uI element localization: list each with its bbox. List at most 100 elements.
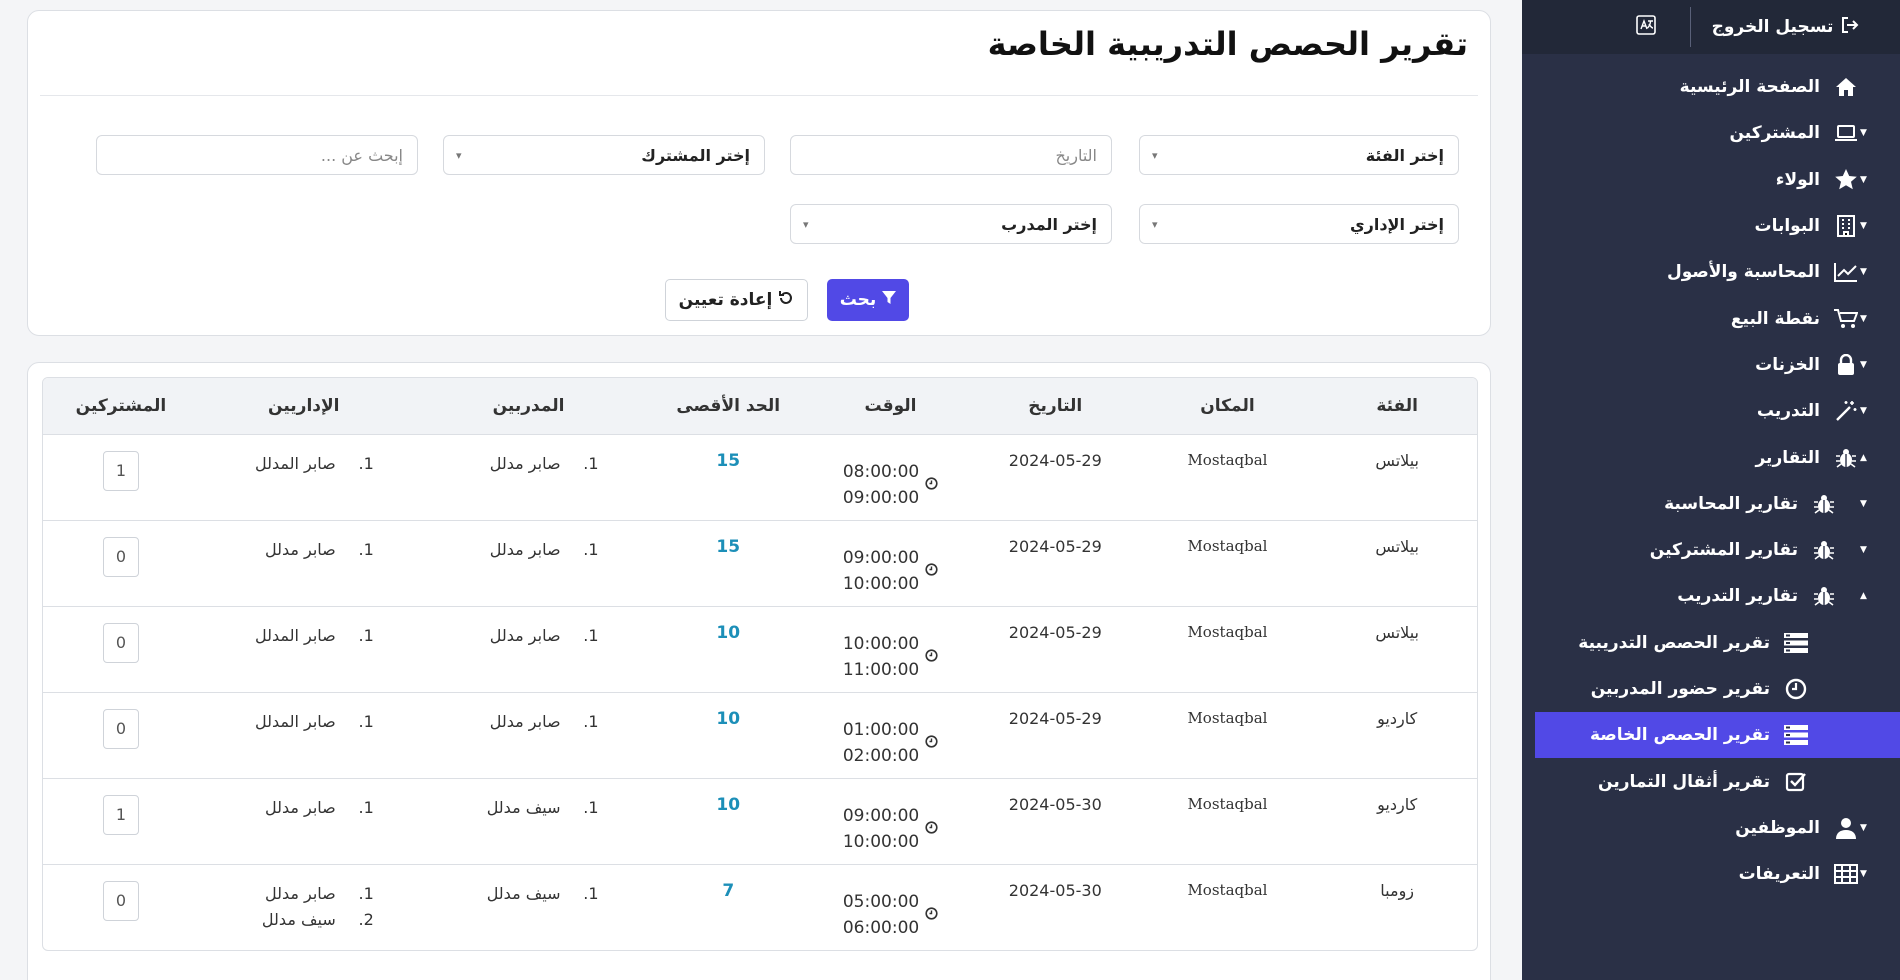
members-cell: 0 — [43, 864, 199, 950]
caret-down-icon[interactable]: ▼ — [1860, 406, 1867, 416]
end-time: 10:00:00 — [842, 573, 920, 594]
members-count-button[interactable]: 0 — [102, 536, 139, 577]
admins-list: 1. صابر المدلل — [234, 623, 374, 649]
caret-down-icon[interactable]: ▼ — [1860, 360, 1867, 370]
column-header: المكان — [1200, 395, 1255, 416]
table-wrapper: الفئة المكان التاريخ الوقت الحد الأقصى المدرب… — [42, 377, 1478, 951]
date-cell: 2024-05-30 — [1008, 794, 1102, 814]
sidebar-item-label: التعريفات — [1738, 864, 1820, 885]
admins-cell: 1. صابر مدلل 2. سيف مدلل — [199, 864, 409, 950]
caret-down-icon[interactable]: ▼ — [1860, 267, 1867, 277]
category-select[interactable]: إختر الفئة — [1139, 135, 1459, 175]
date-cell: 2024-05-29 — [1008, 708, 1102, 728]
member-select[interactable]: إختر المشترك — [443, 135, 765, 175]
time-cell: 09:00:00 10:00:00 — [808, 520, 973, 606]
sidebar-item[interactable]: تقرير أثقال التمارين — [1522, 758, 1900, 804]
admins-cell: 1. صابر المدلل — [199, 692, 409, 778]
tasks-icon — [1782, 725, 1810, 746]
date-field[interactable] — [790, 135, 1112, 175]
sidebar-item[interactable]: التقارير ▲ — [1522, 434, 1900, 480]
category-cell: كارديو — [1377, 708, 1418, 728]
caret-down-icon[interactable]: ▼ — [1860, 869, 1867, 879]
admins-list: 1. صابر المدلل — [234, 451, 374, 477]
admin-select[interactable]: إختر الإداري — [1139, 204, 1459, 244]
language-toggle[interactable] — [1602, 14, 1690, 40]
max-cell: 15 — [716, 536, 741, 557]
end-time: 06:00:00 — [842, 917, 920, 938]
clock-icon — [1782, 678, 1810, 700]
column-header: الوقت — [864, 395, 917, 416]
admins-name: صابر المدلل — [254, 453, 336, 473]
time-cell: 10:00:00 11:00:00 — [808, 606, 973, 692]
logout-button[interactable]: تسجيل الخروج — [1690, 7, 1900, 47]
sidebar-item[interactable]: الولاء ▼ — [1522, 157, 1900, 203]
caret-down-icon[interactable]: ▼ — [1860, 499, 1867, 509]
trainers-list: 1. صابر مدلل — [459, 623, 599, 649]
home-icon — [1832, 77, 1860, 97]
date-input[interactable] — [805, 145, 1097, 165]
caret-down-icon[interactable]: ▼ — [1860, 221, 1867, 231]
members-count-button[interactable]: 0 — [102, 880, 139, 921]
sidebar-item[interactable]: تقارير المحاسبة ▼ — [1522, 481, 1900, 527]
max-cell: 7 — [722, 880, 735, 901]
sidebar-item[interactable]: تقرير حضور المدربين — [1522, 666, 1900, 712]
sidebar-item-label: المشتركين — [1729, 123, 1820, 144]
members-count-button[interactable]: 0 — [102, 708, 139, 749]
caret-up-icon[interactable]: ▲ — [1860, 591, 1867, 601]
column-header: الفئة — [1376, 395, 1419, 416]
search-input[interactable] — [111, 145, 403, 165]
clock-icon — [925, 475, 938, 494]
members-count-button[interactable]: 0 — [102, 622, 139, 663]
sidebar-item[interactable]: تقارير التدريب ▲ — [1522, 573, 1900, 619]
list-number: 1. — [583, 453, 599, 473]
bug-icon — [1810, 493, 1838, 515]
wand-icon — [1832, 400, 1860, 422]
sessions-table: الفئة المكان التاريخ الوقت الحد الأقصى المدرب… — [43, 378, 1477, 950]
place-cell: Mostaqbal — [1187, 450, 1268, 469]
sidebar-item-label: تقارير المحاسبة — [1664, 493, 1798, 514]
trainers-list: 1. صابر مدلل — [459, 451, 599, 477]
caret-down-icon[interactable]: ▼ — [1860, 314, 1867, 324]
list-number: 1. — [358, 797, 374, 817]
sidebar-item[interactable]: نقطة البيع ▼ — [1522, 295, 1900, 341]
list-number: 1. — [358, 453, 374, 473]
sidebar-item[interactable]: التدريب ▼ — [1522, 388, 1900, 434]
sidebar-item[interactable]: المشتركين ▼ — [1522, 110, 1900, 156]
sidebar-item[interactable]: الموظفين ▼ — [1522, 805, 1900, 851]
search-field[interactable] — [96, 135, 418, 175]
sidebar-item[interactable]: تقرير الحصص الخاصة — [1535, 712, 1900, 759]
trainer-select[interactable]: إختر المدرب — [790, 204, 1112, 244]
caret-down-icon[interactable]: ▼ — [1860, 545, 1867, 555]
sidebar-item[interactable]: الصفحة الرئيسية — [1522, 64, 1900, 110]
clock-icon — [925, 647, 938, 666]
caret-down-icon[interactable]: ▼ — [1860, 175, 1867, 185]
sidebar-item[interactable]: الخزنات ▼ — [1522, 342, 1900, 388]
caret-down-icon[interactable]: ▼ — [1860, 823, 1867, 833]
sidebar-item[interactable]: تقرير الحصص التدريبية — [1522, 620, 1900, 666]
caret-down-icon[interactable]: ▼ — [1860, 128, 1867, 138]
sidebar-item[interactable]: المحاسبة والأصول ▼ — [1522, 249, 1900, 295]
bug-icon — [1832, 447, 1860, 469]
sidebar-item[interactable]: تقارير المشتركين ▼ — [1522, 527, 1900, 573]
column-header: التاريخ — [1028, 395, 1083, 416]
members-cell: 1 — [43, 778, 199, 864]
reset-button[interactable]: إعادة تعيين — [665, 279, 808, 321]
caret-up-icon[interactable]: ▲ — [1860, 453, 1867, 463]
bug-icon — [1810, 585, 1838, 607]
members-count-button[interactable]: 1 — [102, 450, 139, 491]
date-cell: 2024-05-29 — [1008, 622, 1102, 642]
members-cell: 1 — [43, 434, 199, 520]
building-icon — [1832, 215, 1860, 238]
sidebar-item[interactable]: التعريفات ▼ — [1522, 851, 1900, 897]
sidebar-item[interactable]: البوابات ▼ — [1522, 203, 1900, 249]
place-cell: Mostaqbal — [1187, 622, 1268, 641]
category-cell: بيلاتس — [1375, 450, 1419, 470]
place-cell: Mostaqbal — [1187, 794, 1268, 813]
trainers-name: صابر مدلل — [489, 711, 561, 731]
admins-cell: 1. صابر مدلل — [199, 520, 409, 606]
lock-icon — [1832, 353, 1860, 376]
admins-cell: 1. صابر المدلل — [199, 434, 409, 520]
sidebar: تسجيل الخروج الصفحة الرئيسية المشتركين ▼ ال… — [1522, 0, 1900, 980]
search-button[interactable]: بحث — [827, 279, 909, 321]
members-count-button[interactable]: 1 — [102, 794, 139, 835]
